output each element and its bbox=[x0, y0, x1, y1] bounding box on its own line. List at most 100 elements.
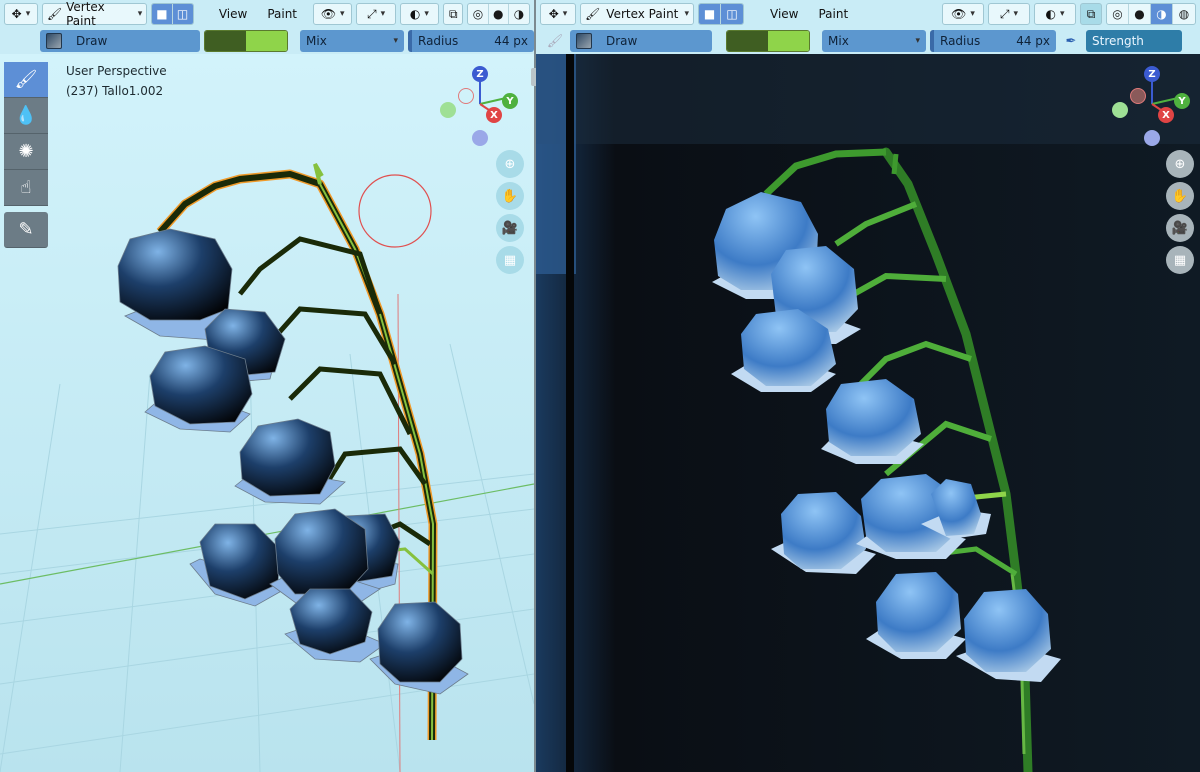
chevron-down-icon: ▾ bbox=[393, 36, 398, 46]
gizmo-y-axis[interactable]: Y bbox=[502, 93, 518, 109]
overlay-dropdown[interactable]: ◐ ▾ bbox=[1034, 3, 1076, 25]
gizmo-neg-x[interactable] bbox=[1130, 88, 1146, 104]
face-mask-icon[interactable]: ■ bbox=[699, 4, 721, 24]
gizmo-x-axis[interactable]: X bbox=[1158, 107, 1174, 123]
primary-color-swatch[interactable] bbox=[205, 31, 246, 51]
navigation-gizmo[interactable]: Z Y X bbox=[1112, 66, 1192, 146]
drop-icon: 💧 bbox=[14, 105, 38, 126]
gizmo-neg-x[interactable] bbox=[458, 88, 474, 104]
pan-button[interactable]: ✋ bbox=[496, 182, 524, 210]
menu-paint[interactable]: Paint bbox=[259, 7, 305, 21]
blur-tool-button[interactable]: 💧 bbox=[4, 98, 48, 134]
grid-icon: ▦ bbox=[1173, 252, 1187, 268]
overlay-dropdown[interactable]: ◐ ▾ bbox=[399, 3, 440, 25]
wireframe-shading-icon[interactable]: ◎ bbox=[468, 4, 489, 24]
zoom-button[interactable]: ⊕ bbox=[1166, 150, 1194, 178]
hand-icon: ✋ bbox=[501, 188, 519, 204]
gizmo-neg-z[interactable] bbox=[472, 130, 488, 146]
pan-button[interactable]: ✋ bbox=[1166, 182, 1194, 210]
right-tool-settings-row: 🖌 Draw Mix ▾ Radius 44 px ✒ Strength bbox=[536, 28, 1200, 54]
brush-color-pair[interactable] bbox=[726, 30, 810, 52]
editor-type-button[interactable]: ✥ ▾ bbox=[4, 3, 38, 25]
brush-color-pair[interactable] bbox=[204, 30, 288, 52]
solid-shading-icon[interactable]: ● bbox=[1129, 4, 1151, 24]
tool-shelf: 🖌 💧 ✺ ☝ ✎ bbox=[4, 62, 48, 248]
left-tool-settings-row: Draw Mix ▾ Radius 44 px bbox=[0, 28, 534, 54]
paint-mask-toggles[interactable]: ■ ◫ bbox=[698, 3, 744, 25]
hand-icon: ✋ bbox=[1171, 188, 1189, 204]
solid-shading-icon[interactable]: ● bbox=[489, 4, 509, 24]
chevron-down-icon: ▾ bbox=[1013, 9, 1019, 19]
gizmo-dropdown[interactable]: ⤢ ▾ bbox=[356, 3, 396, 25]
camera-icon: 🎥 bbox=[1171, 220, 1189, 236]
navigation-gizmo[interactable]: Z Y X bbox=[440, 66, 520, 146]
blend-mode-select[interactable]: Mix ▾ bbox=[300, 30, 404, 52]
pressure-pen-icon[interactable]: ✒ bbox=[1060, 30, 1082, 52]
gizmo-z-axis[interactable]: Z bbox=[472, 66, 488, 82]
brush-name: Draw bbox=[606, 34, 638, 48]
shading-mode-toggles[interactable]: ◎ ● ◑ ◍ bbox=[1106, 3, 1196, 25]
visibility-dropdown[interactable]: 👁 ▾ bbox=[942, 3, 984, 25]
gizmo-neg-y[interactable] bbox=[440, 102, 456, 118]
strength-label: Strength bbox=[1092, 34, 1144, 48]
viewport-title: User Perspective bbox=[66, 64, 167, 78]
material-shading-icon[interactable]: ◑ bbox=[509, 4, 529, 24]
primary-color-swatch[interactable] bbox=[727, 31, 768, 51]
strength-field[interactable]: Strength bbox=[1086, 30, 1182, 52]
wireframe-shading-icon[interactable]: ◎ bbox=[1107, 4, 1129, 24]
gizmo-z-axis[interactable]: Z bbox=[1144, 66, 1160, 82]
vertex-paint-icon: 🖌 bbox=[46, 7, 63, 21]
xray-toggle[interactable]: ⧉ bbox=[443, 3, 464, 25]
gizmo-dropdown[interactable]: ⤢ ▾ bbox=[988, 3, 1030, 25]
brush-selector[interactable]: Draw bbox=[40, 30, 200, 52]
average-tool-button[interactable]: ✺ bbox=[4, 134, 48, 170]
editor-type-button[interactable]: ✥ ▾ bbox=[540, 3, 576, 25]
right-viewport-canvas[interactable] bbox=[536, 54, 1200, 772]
average-icon: ✺ bbox=[18, 141, 34, 162]
shading-mode-toggles[interactable]: ◎ ● ◑ bbox=[467, 3, 530, 25]
secondary-color-swatch[interactable] bbox=[768, 31, 809, 51]
blend-mode-value: Mix bbox=[828, 34, 849, 48]
mode-selector[interactable]: 🖌 Vertex Paint ▾ bbox=[580, 3, 694, 25]
xray-toggle[interactable]: ⧉ bbox=[1080, 3, 1102, 25]
chevron-down-icon: ▾ bbox=[380, 9, 386, 19]
material-shading-icon[interactable]: ◑ bbox=[1151, 4, 1173, 24]
draw-tool-button[interactable]: 🖌 bbox=[4, 62, 48, 98]
camera-view-button[interactable]: 🎥 bbox=[1166, 214, 1194, 242]
visibility-dropdown[interactable]: 👁 ▾ bbox=[313, 3, 353, 25]
secondary-color-swatch[interactable] bbox=[246, 31, 287, 51]
overlay-icon: ◐ bbox=[409, 7, 421, 21]
menu-paint[interactable]: Paint bbox=[810, 7, 856, 21]
chevron-down-icon: ▾ bbox=[970, 9, 975, 19]
right-header-row: ✥ ▾ 🖌 Vertex Paint ▾ ■ ◫ View Paint 👁 ▾ ⤢ ▾… bbox=[536, 0, 1200, 28]
gizmo-x-axis[interactable]: X bbox=[486, 107, 502, 123]
radius-field[interactable]: Radius 44 px bbox=[408, 30, 534, 52]
gizmo-neg-y[interactable] bbox=[1112, 102, 1128, 118]
rendered-shading-icon[interactable]: ◍ bbox=[1173, 4, 1195, 24]
gizmo-y-axis[interactable]: Y bbox=[1174, 93, 1190, 109]
smear-icon: ☝ bbox=[20, 177, 32, 198]
vertex-mask-icon[interactable]: ◫ bbox=[172, 4, 193, 24]
camera-view-button[interactable]: 🎥 bbox=[496, 214, 524, 242]
mode-selector[interactable]: 🖌 Vertex Paint ▾ bbox=[41, 0, 148, 28]
blend-mode-select[interactable]: Mix ▾ bbox=[822, 30, 926, 52]
menu-view[interactable]: View bbox=[762, 7, 806, 21]
vertex-mask-icon[interactable]: ◫ bbox=[721, 4, 743, 24]
menu-view[interactable]: View bbox=[211, 7, 255, 21]
right-3d-viewport: ✥ ▾ 🖌 Vertex Paint ▾ ■ ◫ View Paint 👁 ▾ ⤢ ▾… bbox=[536, 0, 1200, 772]
brush-icon: 🖌 bbox=[546, 33, 564, 49]
perspective-toggle-button[interactable]: ▦ bbox=[1166, 246, 1194, 274]
annotate-tool-button[interactable]: ✎ bbox=[4, 212, 48, 248]
brush-selector[interactable]: Draw bbox=[570, 30, 712, 52]
perspective-toggle-button[interactable]: ▦ bbox=[496, 246, 524, 274]
face-mask-icon[interactable]: ■ bbox=[152, 4, 173, 24]
gizmo-neg-z[interactable] bbox=[1144, 130, 1160, 146]
paint-mask-toggles[interactable]: ■ ◫ bbox=[151, 3, 194, 25]
gizmo-icon: ⤢ bbox=[366, 6, 377, 21]
zoom-button[interactable]: ⊕ bbox=[496, 150, 524, 178]
radius-field[interactable]: Radius 44 px bbox=[930, 30, 1056, 52]
left-viewport-canvas[interactable] bbox=[0, 54, 534, 772]
brush-thumbnail-icon bbox=[46, 33, 62, 49]
chevron-down-icon: ▾ bbox=[340, 9, 345, 19]
smear-tool-button[interactable]: ☝ bbox=[4, 170, 48, 206]
